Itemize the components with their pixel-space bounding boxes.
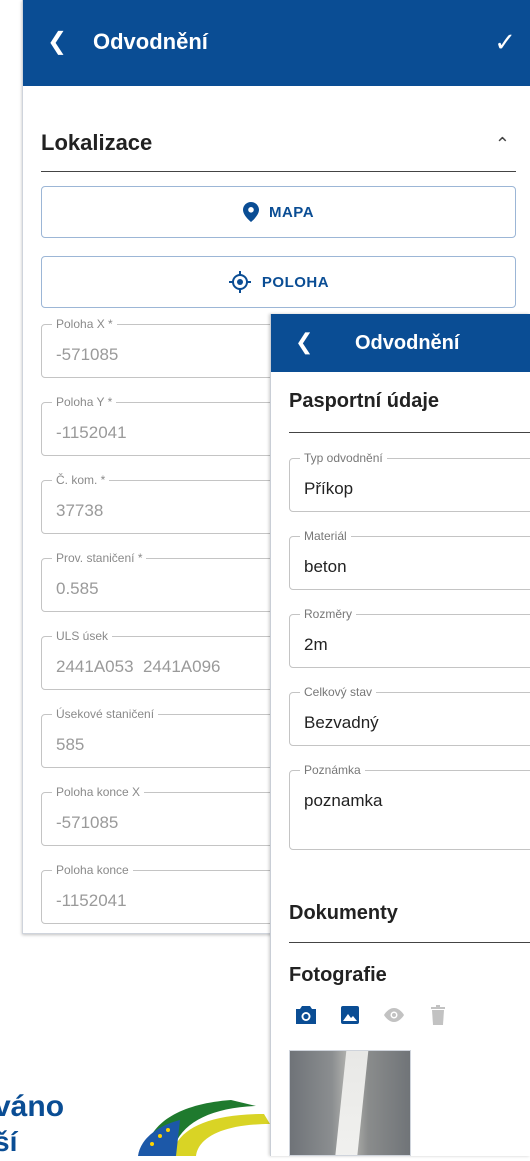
field-value: 2441A053 2441A096 (56, 657, 221, 676)
field-value: -1152041 (56, 891, 127, 910)
section-title-dokumenty[interactable]: Dokumenty (289, 902, 398, 925)
field-label: Materiál (300, 529, 351, 543)
field-material[interactable]: Materiál beton (289, 529, 530, 590)
field-label: Rozměry (300, 607, 357, 621)
field-value: 37738 (56, 501, 104, 520)
field-value: -571085 (56, 345, 119, 364)
section-title-pasport: Pasportní údaje (289, 390, 440, 412)
position-button[interactable]: POLOHA (41, 256, 516, 308)
field-label: Prov. staničení * (52, 551, 147, 565)
field-label: Poznámka (300, 763, 365, 777)
chevron-left-icon[interactable]: ❮ (295, 322, 313, 362)
chevron-up-icon[interactable]: ⌃ (495, 134, 510, 155)
section-title-fotografie: Fotografie (289, 964, 387, 986)
crosshair-icon (228, 270, 252, 294)
position-button-label: POLOHA (261, 273, 330, 291)
front-panel-app-bar: ❮ Odvodnění (271, 314, 530, 372)
field-label: Typ odvodnění (300, 451, 387, 465)
map-button[interactable]: MAPA (41, 186, 516, 238)
section-divider (289, 942, 530, 943)
photo-thumbnail[interactable] (289, 1050, 411, 1156)
field-label: Úsekové staničení (52, 707, 159, 721)
field-value: beton (304, 557, 347, 576)
field-label: Celkový stav (300, 685, 377, 699)
trash-icon[interactable] (425, 1002, 451, 1028)
back-panel-app-bar: ❮ Odvodnění ✓ (23, 0, 530, 86)
page-title: Odvodnění (355, 332, 460, 354)
eye-icon[interactable] (381, 1002, 407, 1028)
field-rozmery[interactable]: Rozměry 2m (289, 607, 530, 668)
field-label: Poloha konce (52, 863, 133, 877)
field-label: Poloha konce X (52, 785, 145, 799)
field-typ-odvodneni[interactable]: Typ odvodnění Příkop (289, 451, 530, 512)
field-celkovy-stav[interactable]: Celkový stav Bezvadný (289, 685, 530, 746)
field-label: Č. kom. * (52, 473, 110, 487)
image-icon[interactable] (337, 1002, 363, 1028)
check-icon[interactable]: ✓ (494, 22, 516, 62)
field-value: 2m (304, 635, 328, 654)
field-label: Poloha X * (52, 317, 117, 331)
photo-toolbar (293, 1002, 451, 1028)
eu-logo-icon (136, 1096, 276, 1156)
field-poznamka[interactable]: Poznámka poznamka (289, 763, 530, 850)
chevron-left-icon[interactable]: ❮ (47, 22, 67, 62)
field-value: 0.585 (56, 579, 99, 598)
page-title: Odvodnění (93, 29, 208, 54)
field-value: Bezvadný (304, 713, 379, 732)
field-value: poznamka (304, 791, 383, 810)
camera-icon[interactable] (293, 1002, 319, 1028)
section-divider (41, 171, 516, 172)
field-value: -1152041 (56, 423, 127, 442)
field-value: -571085 (56, 813, 119, 832)
map-button-label: MAPA (268, 203, 315, 221)
photo-content (333, 1051, 369, 1155)
field-value: Příkop (304, 479, 354, 498)
field-label: ULS úsek (52, 629, 113, 643)
field-value: 585 (56, 735, 85, 754)
front-panel: ❮ Odvodnění Pasportní údaje Typ odvodněn… (270, 314, 530, 1156)
section-title-lokalizace: Lokalizace (41, 130, 153, 155)
branding-text-line1: váno (0, 1090, 65, 1123)
field-label: Poloha Y * (52, 395, 117, 409)
map-pin-icon (242, 202, 259, 222)
branding-text-line2: ší (0, 1126, 18, 1157)
section-divider (289, 432, 530, 433)
